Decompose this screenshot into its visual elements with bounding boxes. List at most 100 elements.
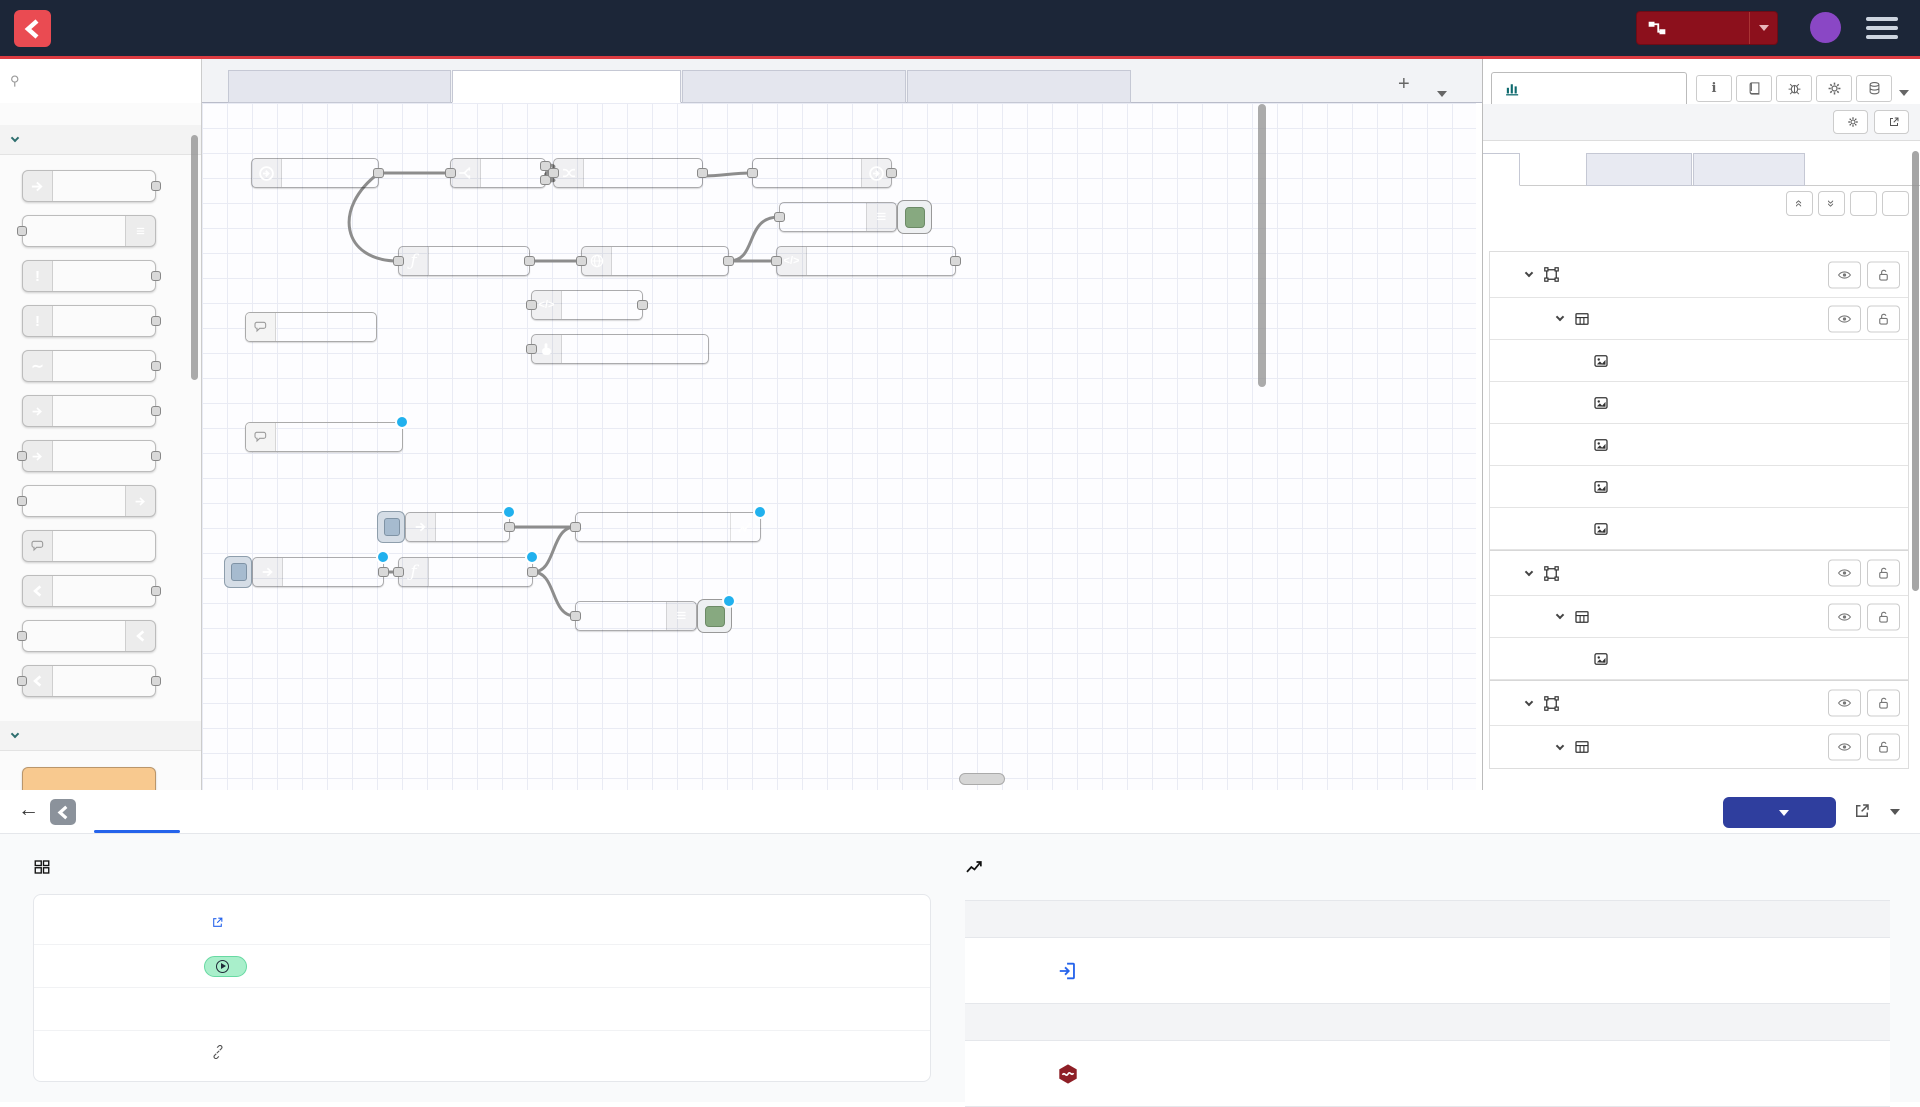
input-port[interactable]	[526, 344, 537, 354]
activity-event-row[interactable]	[965, 1041, 1890, 1107]
node-http-request[interactable]	[581, 246, 729, 276]
sidebar-config-tab[interactable]	[1816, 75, 1852, 102]
expand-all-button[interactable]: »	[1818, 191, 1845, 216]
node-set-msg-payload[interactable]	[553, 158, 703, 188]
sidebar-help-tab[interactable]	[1736, 75, 1772, 102]
flow-tab-custom-forms[interactable]	[907, 70, 1131, 103]
palette-node-catch[interactable]: !	[22, 305, 156, 337]
sidebar-more-button[interactable]	[1899, 83, 1909, 101]
node-admin-view-comment[interactable]	[245, 422, 403, 452]
flow-list-button[interactable]	[1437, 84, 1447, 102]
tree-page-your-personal-dashboard[interactable]	[1490, 680, 1908, 726]
node-debug-10[interactable]: ≡	[779, 202, 897, 232]
chain-link-icon[interactable]	[211, 1045, 225, 1059]
output-port[interactable]	[637, 300, 648, 310]
node-remaining-items[interactable]	[575, 512, 761, 542]
tree-widget-form[interactable]	[1490, 638, 1908, 680]
output-port[interactable]	[886, 168, 897, 178]
tab-dashboard-2[interactable]	[1491, 72, 1687, 104]
flow-tab-flow1[interactable]	[228, 70, 451, 103]
open-dashboard-button[interactable]	[1874, 110, 1909, 134]
user-avatar[interactable]	[1810, 12, 1841, 43]
palette-node-project-call[interactable]	[22, 665, 156, 697]
palette-node-link-call[interactable]	[22, 440, 156, 472]
visibility-button[interactable]	[1828, 734, 1861, 761]
flow-canvas[interactable]: ≡ ƒ </> </>	[202, 103, 1476, 790]
input-port[interactable]	[393, 567, 404, 577]
tree-widget-text[interactable]	[1490, 424, 1908, 466]
visibility-button[interactable]	[1828, 690, 1861, 717]
canvas-vertical-scrollbar[interactable]	[1258, 104, 1266, 387]
sidebar-info-tab[interactable]: i	[1696, 75, 1732, 102]
node-ui-control[interactable]	[752, 158, 892, 188]
chevron-down-icon[interactable]	[1556, 313, 1564, 321]
input-port[interactable]	[548, 168, 559, 178]
flowfuse-logo-icon[interactable]	[14, 10, 51, 47]
flow-tab-debug-chart[interactable]	[682, 70, 906, 103]
edit-settings-button[interactable]	[1833, 110, 1868, 134]
output-port[interactable]	[723, 256, 734, 266]
input-port[interactable]	[526, 300, 537, 310]
output-port[interactable]	[504, 522, 515, 532]
output-port[interactable]	[524, 256, 535, 266]
input-port[interactable]	[393, 256, 404, 266]
palette-section-common[interactable]	[0, 125, 201, 155]
chevron-down-icon[interactable]	[1525, 567, 1533, 575]
palette-node-complete[interactable]: !	[22, 260, 156, 292]
inject-button[interactable]	[377, 511, 405, 543]
input-port[interactable]	[570, 611, 581, 621]
tree-group-profile-welcome[interactable]	[1490, 726, 1908, 768]
tree-widget-radio-group[interactable]	[1490, 466, 1908, 508]
activity-event-row[interactable]	[965, 938, 1890, 1004]
tree-widget-select-option[interactable]	[1490, 340, 1908, 382]
input-port[interactable]	[576, 256, 587, 266]
open-editor-icon[interactable]	[1853, 802, 1871, 825]
add-flow-button[interactable]: +	[1398, 73, 1410, 96]
lock-button[interactable]	[1867, 560, 1900, 587]
output-port[interactable]	[697, 168, 708, 178]
lock-button[interactable]	[1867, 734, 1900, 761]
add-link-button[interactable]	[1850, 191, 1877, 216]
palette-node-project-in[interactable]	[22, 575, 156, 607]
collapse-all-button[interactable]: «	[1786, 191, 1813, 216]
palette-section-function[interactable]	[0, 721, 201, 751]
input-port[interactable]	[570, 522, 581, 532]
node-switch[interactable]	[450, 158, 546, 188]
lock-button[interactable]	[1867, 690, 1900, 717]
chevron-down-icon[interactable]	[1556, 741, 1564, 749]
node-user-view-comment[interactable]	[245, 312, 377, 342]
palette-node-link-in[interactable]	[22, 395, 156, 427]
tab-layout[interactable]	[1483, 153, 1520, 186]
node-ui-event[interactable]	[251, 158, 379, 188]
tab-theming[interactable]	[1586, 153, 1692, 186]
tab-client-data[interactable]	[1693, 153, 1805, 186]
collapse-panel-icon[interactable]	[1890, 802, 1900, 820]
tree-group-form[interactable]	[1490, 298, 1908, 340]
tree-page-page-1[interactable]	[1490, 550, 1908, 596]
tree-widget-submit[interactable]	[1490, 508, 1908, 550]
input-port[interactable]	[445, 168, 456, 178]
chevron-down-icon[interactable]	[1525, 269, 1533, 277]
lock-button[interactable]	[1867, 603, 1900, 630]
sidebar-debug-tab[interactable]	[1776, 75, 1812, 102]
palette-node-debug[interactable]: ≡	[22, 215, 156, 247]
visibility-button[interactable]	[1828, 560, 1861, 587]
palette-node-status[interactable]: ∼	[22, 350, 156, 382]
output-port[interactable]	[950, 256, 961, 266]
palette-node-comment[interactable]	[22, 530, 156, 562]
debug-toggle-button[interactable]	[897, 200, 932, 234]
deploy-dropdown-button[interactable]	[1749, 12, 1777, 44]
palette-scrollbar[interactable]	[191, 135, 198, 380]
input-port[interactable]	[747, 168, 758, 178]
visibility-button[interactable]	[1828, 305, 1861, 332]
input-port[interactable]	[774, 212, 785, 222]
add-page-button[interactable]	[1882, 191, 1909, 216]
output-port[interactable]	[378, 567, 389, 577]
node-clear-inject[interactable]	[405, 512, 510, 542]
node-add-new-task[interactable]	[531, 334, 709, 364]
filter-nodes-input[interactable]	[26, 73, 176, 89]
node-timestamp-inject[interactable]	[252, 557, 384, 587]
lock-button[interactable]	[1867, 261, 1900, 288]
canvas-horizontal-scrollbar[interactable]	[959, 773, 1005, 785]
back-arrow-button[interactable]: ←	[18, 798, 39, 822]
